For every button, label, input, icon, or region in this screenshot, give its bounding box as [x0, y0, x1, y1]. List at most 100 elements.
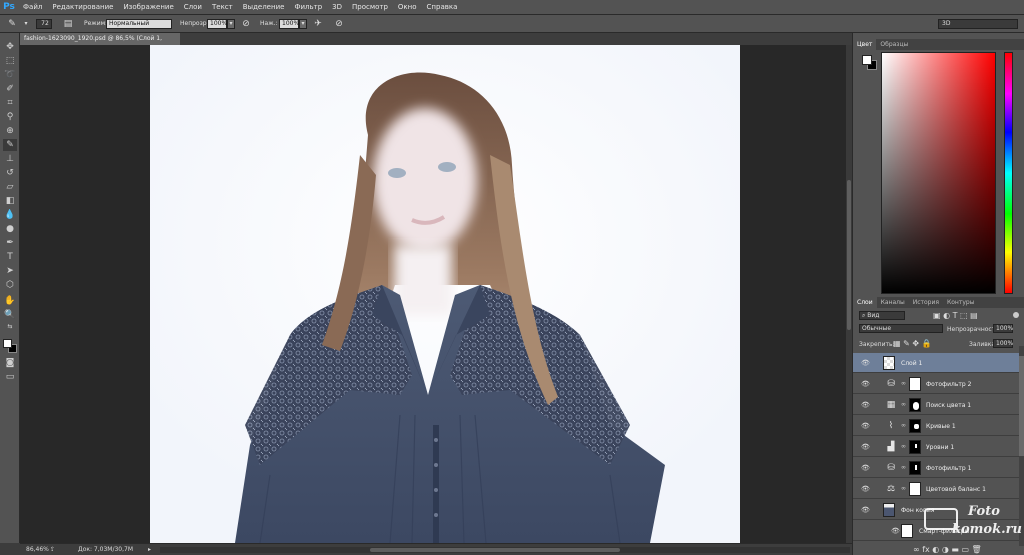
- fill-input[interactable]: 100%: [993, 339, 1013, 348]
- pressure-dropdown-icon[interactable]: ▾: [299, 19, 307, 29]
- brush-size-picker[interactable]: 72: [36, 19, 52, 29]
- hue-slider[interactable]: [1004, 52, 1013, 294]
- filter-icons[interactable]: ▣ ◐ T ⬚ ▤: [933, 311, 978, 320]
- lasso-tool-icon[interactable]: ➰: [3, 69, 17, 81]
- menu-view[interactable]: Просмотр: [347, 3, 393, 11]
- tool-preset-dropdown-icon[interactable]: ▾: [20, 18, 32, 30]
- layer-row-photo-filter-2[interactable]: 👁 ⛁ ∞ Фотофильтр 2: [853, 374, 1020, 394]
- zoom-level[interactable]: 86,46%: [26, 546, 49, 553]
- menu-layers[interactable]: Слои: [179, 3, 207, 11]
- menu-file[interactable]: Файл: [18, 3, 47, 11]
- layer-row-curves-1[interactable]: 👁 ⌇ ∞ Кривые 1: [853, 416, 1020, 436]
- layer-name: Слой 1: [901, 360, 923, 367]
- menu-type[interactable]: Текст: [207, 3, 238, 11]
- link-icon: ∞: [901, 401, 906, 408]
- filter-toggle-icon[interactable]: [1013, 312, 1019, 318]
- menu-help[interactable]: Справка: [422, 3, 463, 11]
- menu-select[interactable]: Выделение: [238, 3, 290, 11]
- eye-icon[interactable]: 👁: [861, 485, 870, 493]
- eye-icon[interactable]: 👁: [861, 380, 870, 388]
- crop-tool-icon[interactable]: ⌗: [3, 97, 17, 109]
- layer-mask-thumbnail: [909, 419, 921, 433]
- menu-edit[interactable]: Редактирование: [47, 3, 118, 11]
- eye-icon[interactable]: 👁: [861, 506, 870, 514]
- brush-panel-icon[interactable]: ▤: [62, 18, 74, 30]
- opacity-input[interactable]: 100%: [207, 19, 227, 29]
- horizontal-scroll-thumb[interactable]: [370, 548, 620, 552]
- pressure-input[interactable]: 100%: [279, 19, 299, 29]
- layer-row-color-balance-1[interactable]: 👁 ⚖ ∞ Цветовой баланс 1: [853, 479, 1020, 499]
- eye-icon[interactable]: 👁: [861, 422, 870, 430]
- tablet-size-icon[interactable]: ⊘: [333, 18, 345, 30]
- layer-blend-mode-select[interactable]: Обычные: [859, 324, 943, 333]
- history-brush-tool-icon[interactable]: ↺: [3, 167, 17, 179]
- blend-mode-select[interactable]: Нормальный: [106, 19, 172, 29]
- tab-paths[interactable]: Контуры: [943, 299, 978, 306]
- layer-row-levels-1[interactable]: 👁 ▟ ∞ Уровни 1: [853, 437, 1020, 457]
- swap-colors-icon[interactable]: ⇆: [3, 321, 17, 333]
- eye-icon[interactable]: 👁: [861, 401, 870, 409]
- color-panel-foreground-swatch[interactable]: [862, 55, 872, 65]
- tab-layers[interactable]: Слои: [853, 297, 877, 308]
- brush-tool-icon[interactable]: ✎: [6, 18, 18, 30]
- tab-channels[interactable]: Каналы: [877, 299, 909, 306]
- color-lookup-icon: ▦: [886, 400, 896, 410]
- layer-name: Фотофильтр 2: [926, 381, 972, 388]
- document-tab[interactable]: fashion-1623090_1920.psd @ 86,5% (Слой 1…: [20, 33, 180, 54]
- vertical-scroll-thumb[interactable]: [847, 180, 851, 330]
- healing-tool-icon[interactable]: ⊕: [3, 125, 17, 137]
- pen-tool-icon[interactable]: ✒: [3, 237, 17, 249]
- right-panel-dock: Цвет Образцы Слои Каналы История Контуры…: [852, 33, 1024, 555]
- eyedropper-tool-icon[interactable]: ⚲: [3, 111, 17, 123]
- menu-3d[interactable]: 3D: [327, 3, 347, 11]
- eye-icon[interactable]: 👁: [861, 443, 870, 451]
- layers-scroll-thumb[interactable]: [1019, 356, 1024, 456]
- tab-swatches[interactable]: Образцы: [876, 41, 912, 48]
- status-menu-icon[interactable]: ▸: [148, 546, 151, 553]
- layer-mask-thumbnail: [909, 398, 921, 412]
- marquee-tool-icon[interactable]: ⬚: [3, 55, 17, 67]
- tab-history[interactable]: История: [909, 299, 943, 306]
- eye-icon[interactable]: 👁: [861, 359, 870, 367]
- layer-row-color-lookup-1[interactable]: 👁 ▦ ∞ Поиск цвета 1: [853, 395, 1020, 415]
- blur-tool-icon[interactable]: 💧: [3, 209, 17, 221]
- zoom-tool-icon[interactable]: 🔍: [3, 309, 17, 321]
- clone-stamp-tool-icon[interactable]: ⊥: [3, 153, 17, 165]
- layer-filter-select[interactable]: ⌕ Вид: [859, 311, 905, 320]
- hand-tool-icon[interactable]: ✋: [3, 295, 17, 307]
- shape-tool-icon[interactable]: ⬡: [3, 279, 17, 291]
- menu-image[interactable]: Изображение: [118, 3, 178, 11]
- brush-tool-icon[interactable]: ✎: [3, 139, 17, 151]
- path-select-tool-icon[interactable]: ➤: [3, 265, 17, 277]
- quick-select-tool-icon[interactable]: ✐: [3, 83, 17, 95]
- lock-icons[interactable]: ▦ ✎ ✥ 🔒: [893, 339, 932, 348]
- color-picker-field[interactable]: [881, 52, 996, 294]
- menu-filter[interactable]: Фильтр: [289, 3, 327, 11]
- menu-window[interactable]: Окно: [393, 3, 422, 11]
- layer-row-sloy1[interactable]: 👁 Слой 1: [853, 353, 1020, 373]
- airbrush-icon[interactable]: ✈: [312, 18, 324, 30]
- opacity-label: Непрозр.:: [180, 20, 211, 27]
- workspace-select[interactable]: 3D: [938, 19, 1018, 29]
- quick-mask-icon[interactable]: ◙: [3, 357, 17, 369]
- tablet-opacity-icon[interactable]: ⊘: [240, 18, 252, 30]
- horizontal-scrollbar[interactable]: [160, 547, 850, 553]
- layer-row-photo-filter-1[interactable]: 👁 ⛁ ∞ Фотофильтр 1: [853, 458, 1020, 478]
- eraser-tool-icon[interactable]: ▱: [3, 181, 17, 193]
- layer-mask-thumbnail: [909, 440, 921, 454]
- eye-icon[interactable]: 👁: [861, 464, 870, 472]
- document-canvas[interactable]: [150, 45, 740, 543]
- gradient-tool-icon[interactable]: ◧: [3, 195, 17, 207]
- layer-opacity-input[interactable]: 100%: [993, 324, 1013, 333]
- share-icon[interactable]: ⇪: [50, 546, 55, 553]
- smart-filter-thumb: [901, 524, 913, 538]
- tab-color[interactable]: Цвет: [853, 39, 877, 50]
- screen-mode-icon[interactable]: ▭: [3, 371, 17, 383]
- eye-icon[interactable]: 👁: [891, 527, 900, 535]
- type-tool-icon[interactable]: T: [3, 251, 17, 263]
- pressure-label: Наж.:: [260, 20, 278, 27]
- move-tool-icon[interactable]: ✥: [3, 41, 17, 53]
- foreground-color-swatch[interactable]: [3, 339, 12, 348]
- opacity-dropdown-icon[interactable]: ▾: [227, 19, 235, 29]
- dodge-tool-icon[interactable]: ●: [3, 223, 17, 235]
